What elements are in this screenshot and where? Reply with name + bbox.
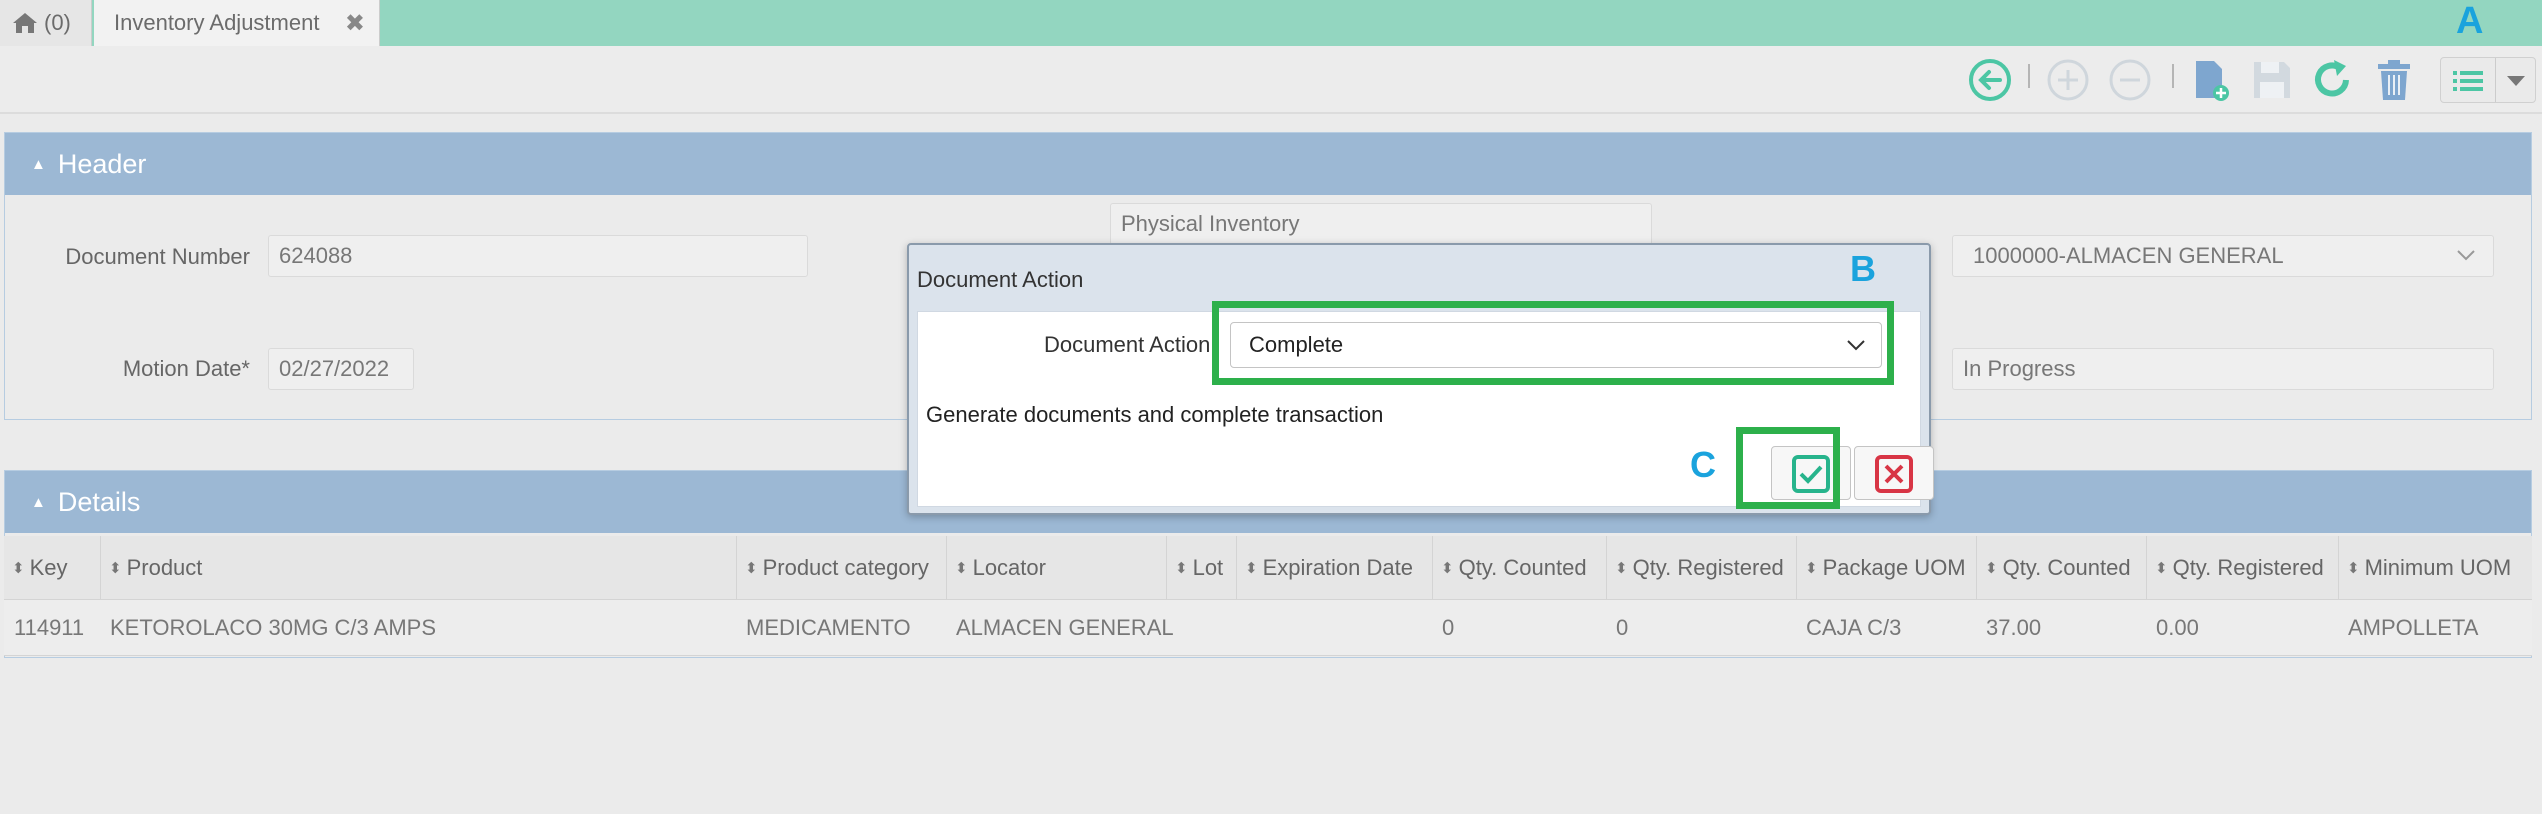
column-label: Minimum UOM: [2364, 555, 2512, 580]
warehouse-select[interactable]: 1000000-ALMACEN GENERAL: [1952, 235, 2494, 277]
collapse-triangle-icon: ▲: [31, 155, 46, 173]
warehouse-value: 1000000-ALMACEN GENERAL: [1973, 243, 2284, 268]
cancel-x-icon: [1875, 455, 1913, 493]
column-header[interactable]: ⬍ Qty. Counted: [1976, 536, 2131, 600]
column-header[interactable]: ⬍ Qty. Counted: [1432, 536, 1587, 600]
table-cell: 114911: [14, 615, 85, 640]
tab-inventory-adjustment[interactable]: Inventory Adjustment ✖: [94, 0, 380, 46]
column-header[interactable]: ⬍ Qty. Registered: [2146, 536, 2324, 600]
remove-row-icon[interactable]: [2108, 58, 2152, 102]
column-label: Product: [126, 555, 203, 580]
column-header[interactable]: ⬍ Product category: [736, 536, 929, 600]
sort-icon: ⬍: [2347, 560, 2360, 577]
column-label: Product category: [762, 555, 929, 580]
table-row[interactable]: 114911 KETOROLACO 30MG C/3 AMPS MEDICAME…: [4, 600, 2532, 656]
column-label: Package UOM: [1822, 555, 1966, 580]
document-type-field[interactable]: Physical Inventory: [1110, 203, 1652, 245]
sort-icon: ⬍: [1175, 560, 1188, 577]
marker-c: C: [1690, 444, 1716, 485]
sort-icon: ⬍: [109, 560, 122, 577]
marker-b: B: [1850, 248, 1876, 289]
sort-icon: ⬍: [1805, 560, 1818, 577]
toolbar-menu[interactable]: [2440, 57, 2536, 103]
sort-icon: ⬍: [1615, 560, 1628, 577]
tab-home-count: (0): [44, 10, 71, 35]
column-header[interactable]: ⬍ Expiration Date: [1236, 536, 1413, 600]
sort-icon: ⬍: [745, 560, 758, 577]
grid-header: ⬍ Key ⬍ Product ⬍ Product category ⬍ Locator…: [4, 536, 2532, 600]
sort-icon: ⬍: [1985, 560, 1998, 577]
list-icon: [2453, 71, 2483, 91]
column-label: Key: [29, 555, 68, 580]
column-header[interactable]: ⬍ Package UOM: [1796, 536, 1966, 600]
column-header[interactable]: ⬍ Minimum UOM: [2338, 536, 2511, 600]
tab-home[interactable]: (0): [0, 0, 92, 46]
column-header[interactable]: ⬍ Locator: [946, 536, 1046, 600]
table-cell: 0.00: [2156, 615, 2199, 640]
cancel-button[interactable]: [1854, 446, 1934, 500]
motion-date-field[interactable]: 02/27/2022: [268, 348, 414, 390]
new-document-icon[interactable]: [2188, 58, 2232, 102]
document-action-label: Document Action: [1044, 332, 1211, 357]
column-label: Expiration Date: [1262, 555, 1413, 580]
column-header[interactable]: ⬍ Qty. Registered: [1606, 536, 1784, 600]
column-header[interactable]: ⬍ Key: [4, 536, 68, 600]
table-cell: 37.00: [1986, 615, 2042, 640]
header-title: Header: [57, 148, 147, 179]
chevron-down-icon: [2507, 76, 2525, 86]
table-cell: KETOROLACO 30MG C/3 AMPS: [110, 615, 437, 640]
sort-icon: ⬍: [1245, 560, 1258, 577]
add-row-icon[interactable]: [2046, 58, 2090, 102]
tab-bar: (0) Inventory Adjustment ✖ A: [0, 0, 2542, 46]
table-cell: MEDICAMENTO: [746, 615, 911, 640]
column-label: Lot: [1192, 555, 1224, 580]
close-icon[interactable]: ✖: [345, 9, 365, 38]
column-label: Locator: [972, 555, 1046, 580]
sort-icon: ⬍: [2155, 560, 2168, 577]
details-title: Details: [57, 486, 141, 517]
toolbar: [0, 46, 2542, 114]
status-field: In Progress: [1952, 348, 2494, 390]
sort-icon: ⬍: [1441, 560, 1454, 577]
dialog-title: Document Action: [917, 267, 1084, 292]
column-label: Qty. Registered: [1632, 555, 1784, 580]
action-description: Generate documents and complete transact…: [926, 402, 1384, 427]
delete-icon[interactable]: [2372, 58, 2416, 102]
back-icon[interactable]: [1968, 58, 2012, 102]
highlight-ok-button: [1736, 427, 1840, 509]
table-cell: CAJA C/3: [1806, 615, 1902, 640]
column-label: Qty. Counted: [2002, 555, 2131, 580]
table-cell: ALMACEN GENERAL: [956, 615, 1174, 640]
sort-icon: ⬍: [12, 560, 25, 577]
toolbar-separator: [2172, 64, 2174, 88]
table-cell: 0: [1616, 615, 1629, 640]
sort-icon: ⬍: [955, 560, 968, 577]
home-icon: [13, 13, 37, 33]
document-number-label: Document Number: [65, 244, 250, 269]
table-cell: AMPOLLETA: [2348, 615, 2479, 640]
column-header[interactable]: ⬍ Product: [100, 536, 202, 600]
table-cell: 0: [1442, 615, 1455, 640]
column-header[interactable]: ⬍ Lot: [1166, 536, 1223, 600]
highlight-document-action: [1212, 301, 1894, 385]
toolbar-separator: [2028, 64, 2030, 88]
document-number-field[interactable]: 624088: [268, 235, 808, 277]
column-label: Qty. Registered: [2172, 555, 2324, 580]
collapse-triangle-icon: ▲: [31, 493, 46, 511]
marker-a: A: [2456, 0, 2484, 42]
header-panel-title[interactable]: ▲ Header: [5, 133, 2531, 195]
refresh-icon[interactable]: [2310, 58, 2354, 102]
tab-label: Inventory Adjustment: [114, 10, 320, 35]
motion-date-label: Motion Date*: [122, 356, 250, 381]
save-icon[interactable]: [2250, 58, 2294, 102]
chevron-down-icon: [2457, 250, 2475, 261]
column-label: Qty. Counted: [1458, 555, 1587, 580]
